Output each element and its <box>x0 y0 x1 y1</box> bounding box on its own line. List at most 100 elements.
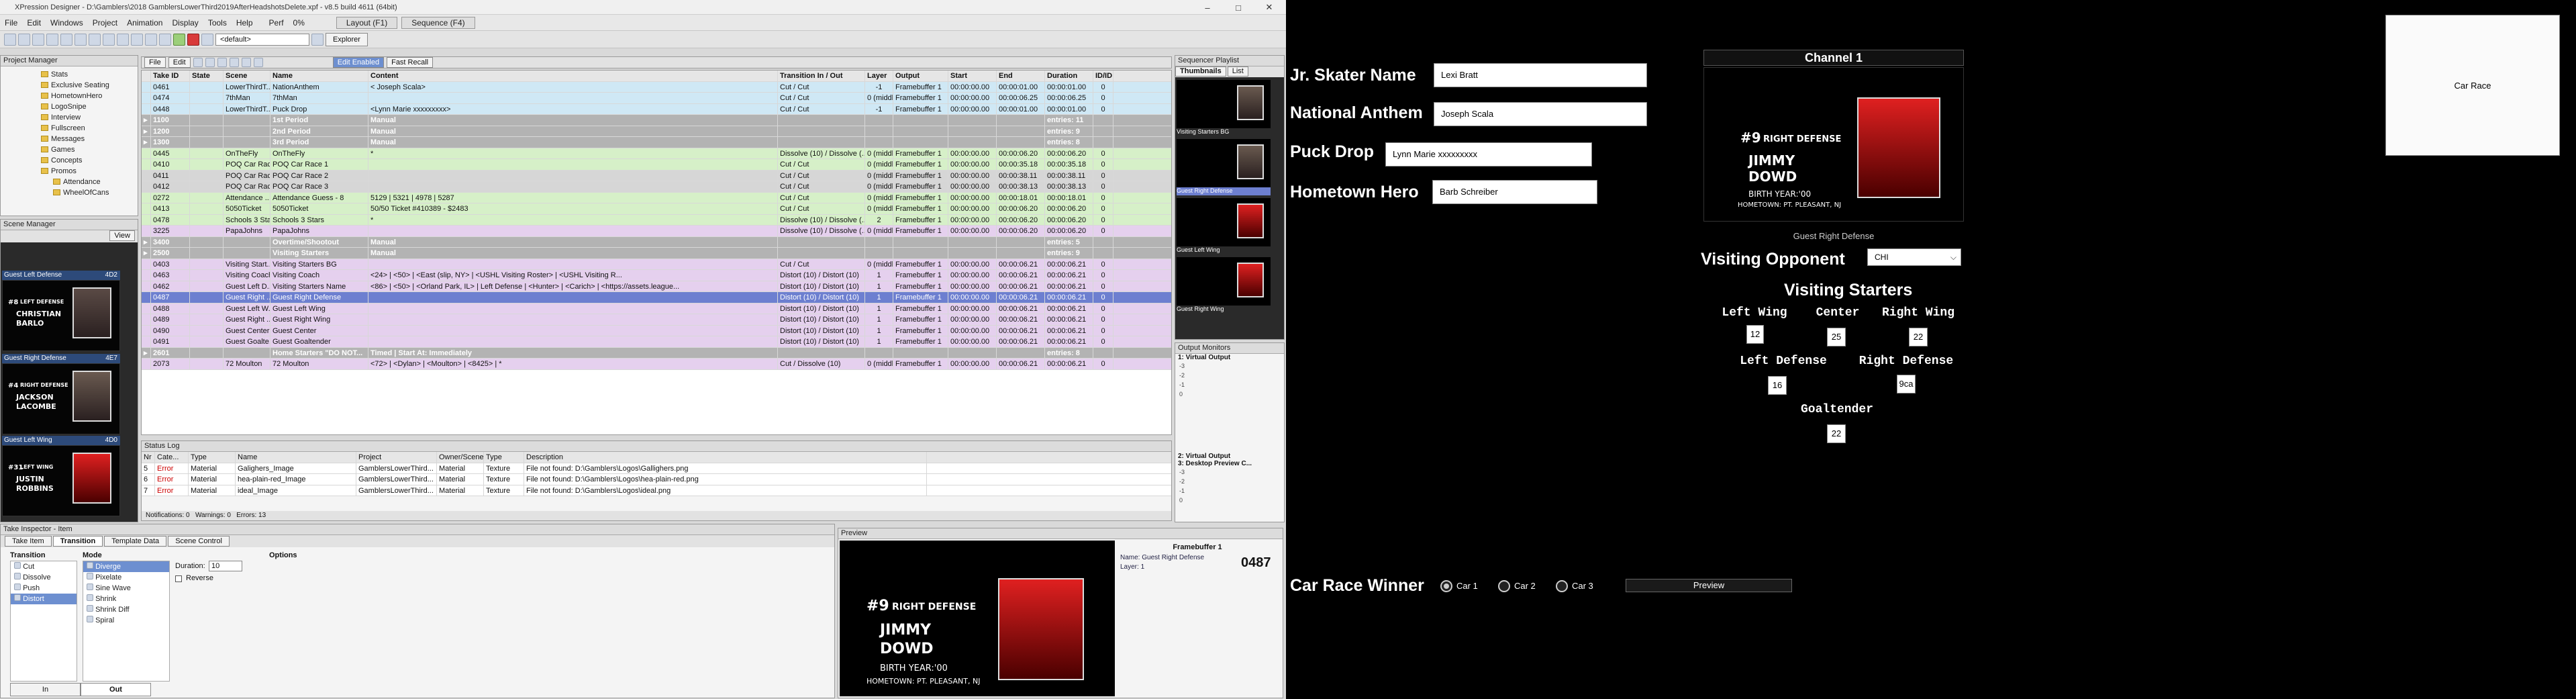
tab-take-item[interactable]: Take Item <box>5 536 52 547</box>
mode-diverge[interactable]: Diverge <box>83 561 169 572</box>
undo-icon[interactable] <box>89 33 101 46</box>
national-anthem-input[interactable]: Joseph Scala <box>1434 102 1647 126</box>
column-header[interactable]: Take ID <box>151 71 190 81</box>
sequencer-item-label[interactable]: Guest Left Wing <box>1177 246 1271 254</box>
car2-radio[interactable] <box>1498 580 1510 592</box>
menu-tools[interactable]: Tools <box>203 18 232 28</box>
scene-thumbnail[interactable]: #31 LEFT WING JUSTIN ROBBINS <box>2 445 120 516</box>
preview-button[interactable]: Preview <box>1626 579 1792 592</box>
left-wing-input[interactable]: 12 <box>1746 325 1764 344</box>
sequencer-thumbnail[interactable] <box>1177 80 1271 128</box>
sequencer-item-label[interactable]: Guest Right Defense <box>1177 187 1271 195</box>
new-icon[interactable] <box>4 33 16 46</box>
car3-radio[interactable] <box>1556 580 1568 592</box>
column-header[interactable]: ID/ID <box>1093 71 1113 81</box>
take-row[interactable]: 0487 Guest Right ... Guest Right Defense Di… <box>142 292 1171 304</box>
take-row[interactable]: 0474 7thMan7thMan Cut / Cut0 (middle)Frame… <box>142 93 1171 104</box>
column-header[interactable]: Description <box>524 452 927 463</box>
column-header[interactable]: Nr <box>142 452 155 463</box>
column-header[interactable]: Type <box>484 452 524 463</box>
car1-radio[interactable] <box>1440 580 1452 592</box>
center-input[interactable]: 25 <box>1827 328 1846 346</box>
column-header[interactable]: Owner/Scene <box>437 452 484 463</box>
take-row[interactable]: 0412 POQ Car Rac...POQ Car Race 3 Cut / Cu… <box>142 181 1171 193</box>
sequencer-item-label[interactable]: Guest Right Wing <box>1177 306 1271 314</box>
status-row[interactable]: 5 Error Material Galighers_Image GamblersLow… <box>142 463 1171 474</box>
tab-layout[interactable]: Layout (F1) <box>336 16 398 29</box>
tree-item[interactable]: Messages <box>41 134 138 144</box>
take-row[interactable]: 0488 Guest Left W... Guest Left Wing Distor… <box>142 303 1171 314</box>
play-icon[interactable] <box>173 33 185 46</box>
visiting-opponent-select[interactable]: CHI ⌵ <box>1867 248 1961 266</box>
tree-item[interactable]: Attendance <box>41 177 138 187</box>
take-group-row[interactable]: ▸ 1300 3rd Period Manual entries: 8 <box>142 137 1171 148</box>
menu-windows[interactable]: Windows <box>46 18 88 28</box>
edit-enabled-toggle[interactable]: Edit Enabled <box>332 57 385 68</box>
down-icon[interactable] <box>241 58 251 67</box>
tab-transition[interactable]: Transition <box>52 536 103 547</box>
status-row[interactable]: 7 Error Material ideal_Image GamblersLowerTh… <box>142 485 1171 496</box>
close-icon[interactable]: ✕ <box>1254 0 1285 15</box>
settings-icon[interactable] <box>311 33 324 46</box>
take-row[interactable]: 0411 POQ Car Rac...POQ Car Race 2 Cut / Cu… <box>142 170 1171 181</box>
expand-icon[interactable]: ▸ <box>142 248 151 259</box>
take-row[interactable]: 0463 Visiting Coach Visiting Coach <24> | <… <box>142 270 1171 281</box>
column-header[interactable]: Content <box>368 71 778 81</box>
take-row[interactable]: 2073 72 Moulton 72 Moulton <72> | <Dylan> |… <box>142 359 1171 370</box>
take-row[interactable]: 0403 Visiting Start... Visiting Starters B… <box>142 259 1171 270</box>
sequencer-thumbnail[interactable] <box>1177 198 1271 246</box>
right-wing-input[interactable]: 22 <box>1909 328 1928 346</box>
tab-out[interactable]: Out <box>81 683 151 696</box>
take-row[interactable]: 0413 5050Ticket 5050Ticket 50/50 Ticket #41… <box>142 203 1171 215</box>
paste-icon[interactable] <box>75 33 87 46</box>
scene-thumbnail[interactable]: #8 LEFT DEFENSE CHRISTIAN BARLO <box>2 280 120 351</box>
view-button[interactable]: View <box>109 230 135 241</box>
column-header[interactable]: Layer <box>865 71 893 81</box>
take-row[interactable]: 3225 PapaJohns PapaJohns Dissolve (10) / Di… <box>142 226 1171 237</box>
desktop-preview-output[interactable]: 3: Desktop Preview C... <box>1175 460 1284 467</box>
expand-icon[interactable]: ▸ <box>142 236 151 247</box>
camera-icon[interactable] <box>145 33 157 46</box>
tree-item[interactable]: Exclusive Seating <box>41 80 138 91</box>
sequencer-thumbnail[interactable] <box>1177 139 1271 187</box>
column-header[interactable]: Transition In / Out <box>778 71 865 81</box>
take-row[interactable]: 0410 POQ Car Rac...POQ Car Race 1 Cut / Cu… <box>142 159 1171 171</box>
tab-thumbnails[interactable]: Thumbnails <box>1175 66 1226 77</box>
column-header[interactable]: Output <box>893 71 948 81</box>
take-group-row[interactable]: ▸ 2601 Home Starters "DO NOT... Timed | Sta… <box>142 347 1171 359</box>
hometown-hero-input[interactable]: Barb Schreiber <box>1432 180 1597 204</box>
transition-cut[interactable]: Cut <box>11 561 77 572</box>
tree-item[interactable]: HometownHero <box>41 91 138 101</box>
save-icon[interactable] <box>32 33 44 46</box>
tab-file[interactable]: File <box>144 57 166 68</box>
mode-shrink[interactable]: Shrink <box>83 594 169 604</box>
tree-item[interactable]: Promos <box>41 166 138 177</box>
take-row[interactable]: 0462 Guest Left D... Visiting Starters Nam… <box>142 281 1171 292</box>
expand-icon[interactable]: ▸ <box>142 126 151 136</box>
open-icon[interactable] <box>18 33 30 46</box>
find-icon[interactable] <box>253 58 263 67</box>
jr-skater-input[interactable]: Lexi Bratt <box>1434 63 1647 87</box>
mode-sine-wave[interactable]: Sine Wave <box>83 583 169 594</box>
take-row[interactable]: 0491 Guest Goalte... Guest Goaltender Disto… <box>142 336 1171 348</box>
menu-help[interactable]: Help <box>232 18 258 28</box>
menu-project[interactable]: Project <box>88 18 122 28</box>
menu-edit[interactable]: Edit <box>22 18 46 28</box>
tab-template-data[interactable]: Template Data <box>104 536 167 547</box>
copy-icon[interactable] <box>60 33 72 46</box>
expand-icon[interactable]: ▸ <box>142 115 151 126</box>
take-row[interactable]: 0445 OnTheFly OnTheFly * Dissolve (10) / Dis… <box>142 148 1171 159</box>
scene-thumbnail[interactable]: #4 RIGHT DEFENSE JACKSON LACOMBE <box>2 363 120 434</box>
grid-icon[interactable] <box>117 33 129 46</box>
layers-icon[interactable] <box>131 33 143 46</box>
stop-icon[interactable] <box>201 33 213 46</box>
tree-item[interactable]: LogoSnipe <box>41 101 138 112</box>
tab-sequence[interactable]: Sequence (F4) <box>401 16 475 29</box>
column-header[interactable]: Name <box>270 71 368 81</box>
menu-file[interactable]: File <box>0 18 22 28</box>
refresh-icon[interactable] <box>193 58 203 67</box>
take-row[interactable]: 0461 LowerThirdT... NationAnthem < Joseph S… <box>142 81 1171 93</box>
tab-scene-control[interactable]: Scene Control <box>168 536 230 547</box>
column-header[interactable]: Type <box>189 452 236 463</box>
scene-thumb-label[interactable]: Guest Left Wing 4D0 <box>2 436 120 445</box>
